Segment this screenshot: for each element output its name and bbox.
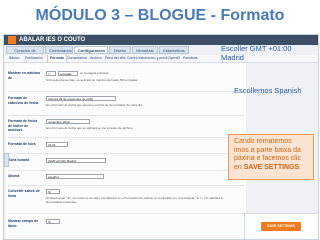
save-annotation: Cando rematemos imos a parte baixa da pá… xyxy=(228,134,314,180)
language-annotation: Escollemos Spanish xyxy=(234,86,302,95)
save-annotation-suffix: . xyxy=(299,163,302,171)
archive-date-help: Es el formato de fecha que se utilizará … xyxy=(46,126,134,130)
subtab-comments[interactable]: Comentarios xyxy=(65,55,89,62)
save-annotation-bold: SAVE SETTINGS xyxy=(243,163,300,171)
date-header-label: Formato de cabecera de fecha xyxy=(8,96,39,105)
tab-monetize[interactable]: Monetizar xyxy=(132,46,158,54)
title-field-label: Mostrar campo de título xyxy=(8,219,39,228)
tab-design[interactable]: Diseño xyxy=(109,46,131,54)
save-panel: SAVE SETTINGS xyxy=(244,213,318,239)
tab-comments[interactable]: Comentarios xyxy=(45,46,73,54)
subtab-archive[interactable]: Archivo xyxy=(88,55,104,62)
save-annotation-line1: Cando rematemos xyxy=(234,138,292,145)
line-breaks-select[interactable]: Sí xyxy=(46,189,60,194)
slide-title: MÓDULO 3 – BLOGUE - Formato xyxy=(35,7,285,24)
line-breaks-help: Si seleccionas "Sí", los retornos de car… xyxy=(46,196,223,204)
left-edge-tab xyxy=(4,153,9,167)
blogger-logo-icon xyxy=(8,36,16,44)
save-settings-button[interactable]: SAVE SETTINGS xyxy=(261,222,301,231)
timestamp-select[interactable]: 21:31 xyxy=(46,142,68,147)
tab-stats[interactable]: Estadísticas xyxy=(159,46,189,54)
blog-name: ABALAR IES O COUTO xyxy=(19,37,86,43)
subtab-email[interactable]: Correo electrónico y móvil xyxy=(125,55,169,62)
divider xyxy=(8,153,244,154)
timestamp-label: Formato de hora xyxy=(8,142,36,146)
show-at-most-unit-select[interactable]: entradas xyxy=(58,71,78,76)
subtab-permissions[interactable]: Permisos xyxy=(181,55,200,62)
date-header-select[interactable]: Viernes 26 de noviembre de 2010 xyxy=(46,96,116,101)
archive-date-select[interactable]: noviembre 2010 xyxy=(46,119,90,124)
save-annotation-line4: en SAVE SETTINGS. xyxy=(234,164,308,173)
save-annotation-line3: páxina e facemos clic xyxy=(234,155,301,162)
formatting-form: Mostrar en máximo de 7 entradas en la pá… xyxy=(6,63,246,239)
line-breaks-label: Convertir saltos de línea xyxy=(8,189,40,198)
divider xyxy=(8,170,244,171)
divider xyxy=(8,137,244,138)
subtab-formatting[interactable]: Formato xyxy=(47,55,67,62)
language-label: Idioma xyxy=(8,174,20,178)
show-at-most-label: Mostrar en máximo de xyxy=(8,71,41,80)
settings-subtabs: Básico Publicación Formato Comentarios A… xyxy=(4,55,318,63)
divider xyxy=(8,115,244,116)
subtab-publishing[interactable]: Publicación xyxy=(23,55,45,62)
title-field-select[interactable]: Sí xyxy=(46,219,60,224)
save-annotation-prefix: en xyxy=(234,163,244,171)
tab-posting[interactable]: Creación de entradas xyxy=(6,46,44,61)
tab-settings[interactable]: Configuración xyxy=(74,46,108,54)
subtab-basic[interactable]: Básico xyxy=(7,55,22,62)
archive-date-label: Formato de fecha de índice de archivos xyxy=(8,119,38,132)
divider xyxy=(8,213,244,214)
show-at-most-suffix: en la página principal xyxy=(80,71,109,75)
show-at-most-count[interactable]: 7 xyxy=(46,71,56,76)
date-header-help: Es el formato de fecha que aparece encim… xyxy=(46,103,143,107)
timezone-label: Zona horaria xyxy=(8,158,30,162)
language-select[interactable]: español xyxy=(46,174,104,179)
timezone-annotation: Escoller GMT +01:00 Madrid xyxy=(221,44,292,62)
divider xyxy=(8,185,244,186)
show-at-most-help: Si la seleccionas días, se aplicará un m… xyxy=(46,78,139,82)
subtab-openid[interactable]: OpenID xyxy=(166,55,182,62)
save-annotation-line2: imos a parte baixa da xyxy=(234,146,301,154)
timezone-select[interactable]: (GMT+01:00) Madrid xyxy=(46,158,106,163)
divider xyxy=(8,91,244,92)
